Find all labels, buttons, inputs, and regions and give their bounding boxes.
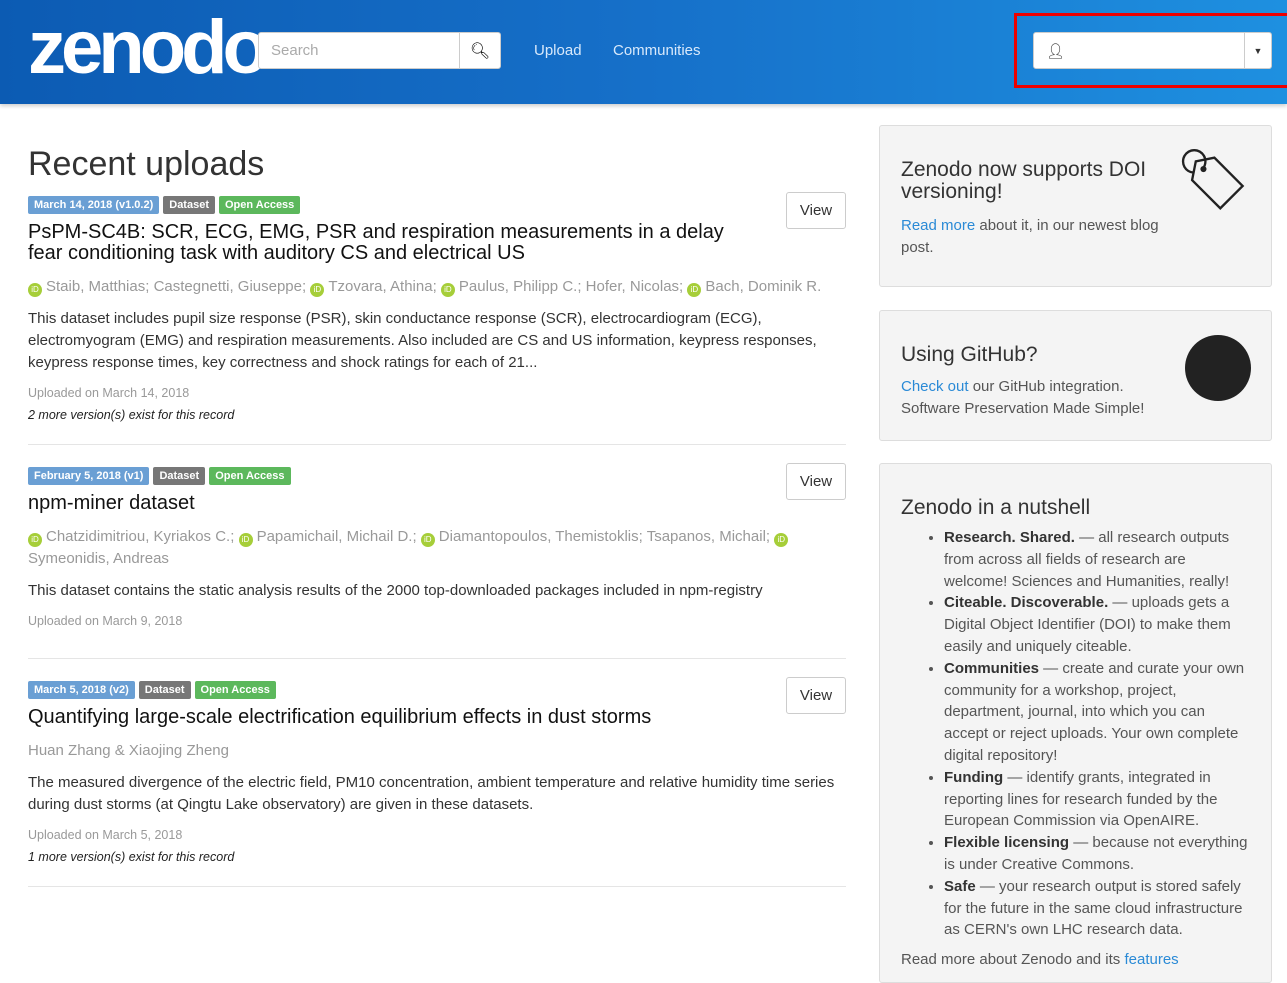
github-panel: Using GitHub? Check out our GitHub integ…: [879, 310, 1272, 441]
nutshell-item-title: Research. Shared.: [944, 529, 1075, 546]
user-icon: 👤︎: [1046, 42, 1066, 60]
type-badge: Dataset: [163, 196, 215, 214]
nutshell-item-text: — your research output is stored safely …: [944, 877, 1243, 939]
author[interactable]: Paulus, Philipp C.: [459, 278, 577, 295]
record-description: The measured divergence of the electric …: [28, 774, 835, 813]
search-input[interactable]: [258, 32, 460, 69]
orcid-icon: iD: [28, 533, 42, 547]
nutshell-item-title: Funding: [944, 768, 1004, 786]
orcid-icon: iD: [687, 283, 702, 297]
record-title[interactable]: Quantifying large-scale electrification …: [28, 707, 748, 728]
author[interactable]: Tzovara, Athina: [328, 278, 432, 295]
check-out-link[interactable]: Check out: [901, 378, 969, 395]
record-title[interactable]: npm-miner dataset: [28, 493, 748, 514]
nutshell-item-title: Safe: [944, 877, 976, 895]
doi-title: Zenodo now supports DOI versioning!: [901, 158, 1147, 203]
header: zenodo 🔍︎ Upload Communities 👤︎ ▼: [0, 0, 1287, 104]
author[interactable]: Hofer, Nicolas: [586, 278, 679, 295]
orcid-icon: iD: [238, 533, 253, 547]
nutshell-item: Research. Shared. — all research outputs…: [944, 527, 1250, 592]
nutshell-item-title: Flexible licensing: [944, 834, 1070, 852]
access-badge: Open Access: [209, 467, 291, 485]
view-button[interactable]: View: [786, 677, 846, 714]
versions-note: 2 more version(s) exist for this record: [28, 408, 235, 422]
nutshell-item: Funding — identify grants, integrated in…: [944, 767, 1250, 832]
user-dropdown[interactable]: 👤︎ ▼: [1033, 32, 1272, 69]
nutshell-item-title: Citeable. Discoverable.: [944, 594, 1109, 612]
access-badge: Open Access: [194, 681, 276, 699]
orcid-icon: iD: [774, 533, 789, 547]
upload-date: Uploaded on March 9, 2018: [28, 614, 183, 628]
author[interactable]: Tsapanos, Michail: [647, 528, 766, 545]
nutshell-item-title: Communities: [944, 659, 1040, 677]
author[interactable]: Papamichail, Michail D.: [257, 528, 413, 545]
upload-date: Uploaded on March 14, 2018: [28, 386, 190, 400]
author[interactable]: Staib, Matthias: [46, 278, 145, 295]
record-item: March 5, 2018 (v2) Dataset Open Access View…: [28, 677, 846, 887]
type-badge: Dataset: [138, 681, 191, 699]
record-authors: Huan Zhang & Xiaojing Zheng: [28, 740, 846, 762]
record-title[interactable]: PsPM-SC4B: SCR, ECG, EMG, PSR and respir…: [28, 222, 748, 264]
nutshell-footer: Read more about Zenodo and its: [901, 951, 1125, 969]
record-authors: iD Staib, Matthias; Castegnetti, Giuseppe…: [28, 276, 846, 298]
author[interactable]: Symeonidis, Andreas: [28, 550, 169, 567]
nutshell-item: Flexible licensing — because not everyth…: [944, 832, 1250, 876]
features-link[interactable]: features: [1124, 951, 1178, 968]
view-button[interactable]: View: [786, 192, 846, 229]
doi-panel: Zenodo now supports DOI versioning! Read…: [879, 125, 1272, 287]
read-more-link[interactable]: Read more: [901, 217, 975, 234]
record-item: March 14, 2018 (v1.0.2) Dataset Open Acces…: [28, 192, 846, 445]
user-button[interactable]: 👤︎: [1034, 33, 1244, 68]
versions-note: 1 more version(s) exist for this record: [28, 850, 235, 864]
github-icon: [1185, 335, 1251, 401]
view-button[interactable]: View: [786, 463, 846, 500]
date-badge: March 14, 2018 (v1.0.2): [28, 196, 160, 214]
record-authors: iD Chatzidimitriou, Kyriakos C.; iD Papami…: [28, 526, 846, 570]
orcid-icon: iD: [310, 283, 325, 297]
date-badge: March 5, 2018 (v2): [28, 681, 135, 699]
nav-communities[interactable]: Communities: [613, 42, 701, 59]
page-title: Recent uploads: [28, 145, 265, 183]
nav-upload[interactable]: Upload: [534, 42, 582, 59]
zenodo-logo[interactable]: zenodo: [28, 8, 269, 88]
record-item: February 5, 2018 (v1) Dataset Open Access V…: [28, 463, 846, 659]
orcid-icon: iD: [420, 533, 435, 547]
recent-uploads: Recent uploads March 14, 2018 (v1.0.2) Da…: [28, 145, 846, 909]
nutshell-item: Communities — create and curate your own…: [944, 658, 1250, 767]
access-badge: Open Access: [219, 196, 301, 214]
author[interactable]: Castegnetti, Giuseppe: [154, 278, 302, 295]
record-description: This dataset contains the static analysi…: [28, 582, 763, 599]
author[interactable]: Bach, Dominik R.: [705, 278, 821, 295]
upload-date: Uploaded on March 5, 2018: [28, 828, 183, 842]
search-button[interactable]: 🔍︎: [460, 32, 501, 69]
orcid-icon: iD: [440, 283, 455, 297]
record-description: This dataset includes pupil size respons…: [28, 310, 817, 371]
tags-icon: 🏷︎: [1174, 146, 1251, 213]
search-bar: 🔍︎: [258, 32, 501, 69]
nutshell-panel: Zenodo in a nutshell Research. Shared. —…: [879, 463, 1272, 983]
chevron-down-icon[interactable]: ▼: [1244, 33, 1271, 68]
author[interactable]: Diamantopoulos, Themistoklis: [439, 528, 639, 545]
date-badge: February 5, 2018 (v1): [28, 467, 150, 485]
nutshell-item: Safe — your research output is stored sa…: [944, 876, 1250, 941]
search-icon: 🔍︎: [469, 42, 491, 60]
orcid-icon: iD: [28, 283, 42, 297]
author: Huan Zhang & Xiaojing Zheng: [28, 742, 229, 759]
type-badge: Dataset: [153, 467, 206, 485]
nutshell-title: Zenodo in a nutshell: [901, 496, 1091, 519]
author[interactable]: Chatzidimitriou, Kyriakos C.: [46, 528, 230, 545]
nutshell-item: Citeable. Discoverable. — uploads gets a…: [944, 592, 1250, 657]
